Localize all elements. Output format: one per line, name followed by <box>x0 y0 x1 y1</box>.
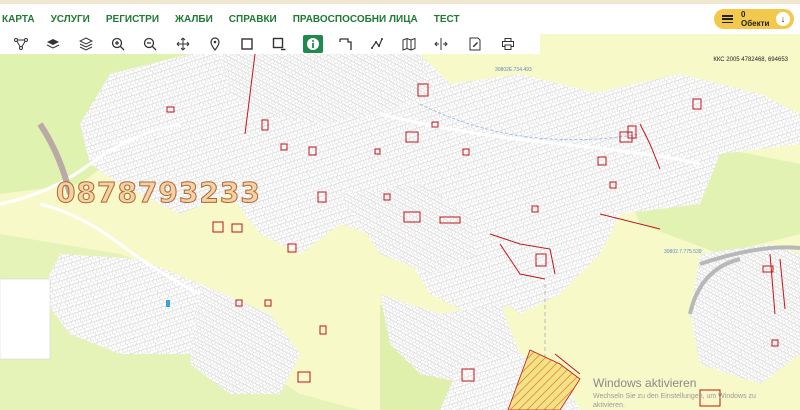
split-icon[interactable] <box>432 36 450 52</box>
select-rect-minus-icon[interactable] <box>270 36 288 52</box>
measure-line-icon[interactable] <box>368 36 386 52</box>
coordinate-readout: ККС 2005 4782468, 694653 <box>713 57 788 63</box>
phone-overlay: 0878793233 <box>56 176 261 210</box>
nav-item-services[interactable]: УСЛУГИ <box>51 14 90 25</box>
nav-item-test[interactable]: ТЕСТ <box>434 14 460 25</box>
info-icon[interactable] <box>303 35 323 53</box>
map-toolbar <box>0 34 540 54</box>
objects-button[interactable]: 0 Обекти ↓ <box>714 9 794 29</box>
select-rect-icon[interactable] <box>238 36 256 52</box>
layers-filled-icon[interactable] <box>44 36 62 52</box>
nav-item-complaints[interactable]: ЖАЛБИ <box>175 14 213 25</box>
objects-count-label: 0 Обекти <box>740 10 770 28</box>
zoom-out-icon[interactable] <box>141 36 159 52</box>
nav-item-references[interactable]: СПРАВКИ <box>229 14 277 25</box>
map-canvas[interactable] <box>0 54 800 410</box>
location-pin-icon[interactable] <box>206 36 224 52</box>
activation-watermark-text: Wechseln Sie zu den Einstellungen, um Wi… <box>593 393 756 409</box>
nav-item-authorized-persons[interactable]: ПРАВОСПОСОБНИ ЛИЦА <box>293 14 418 25</box>
edit-doc-icon[interactable] <box>466 36 484 52</box>
main-nav: КАРТА УСЛУГИ РЕГИСТРИ ЖАЛБИ СПРАВКИ ПРАВ… <box>0 4 800 34</box>
nav-item-registers[interactable]: РЕГИСТРИ <box>106 14 159 25</box>
arrow-down-icon: ↓ <box>776 12 790 26</box>
pan-icon[interactable] <box>174 36 192 52</box>
network-icon[interactable] <box>12 36 30 52</box>
map-icon[interactable] <box>400 36 418 52</box>
activation-watermark-title: Windows aktivieren <box>593 376 697 390</box>
print-icon[interactable] <box>499 36 517 52</box>
map-label: 30802E.734.493 <box>495 67 532 73</box>
map-render <box>0 54 800 410</box>
nav-item-map[interactable]: КАРТА <box>2 14 35 25</box>
map-label: 30802.7.775.539 <box>664 249 702 255</box>
layers-icon[interactable] <box>77 36 95 52</box>
measure-area-icon[interactable] <box>336 36 354 52</box>
hamburger-menu-icon <box>722 15 733 23</box>
zoom-in-icon[interactable] <box>109 36 127 52</box>
